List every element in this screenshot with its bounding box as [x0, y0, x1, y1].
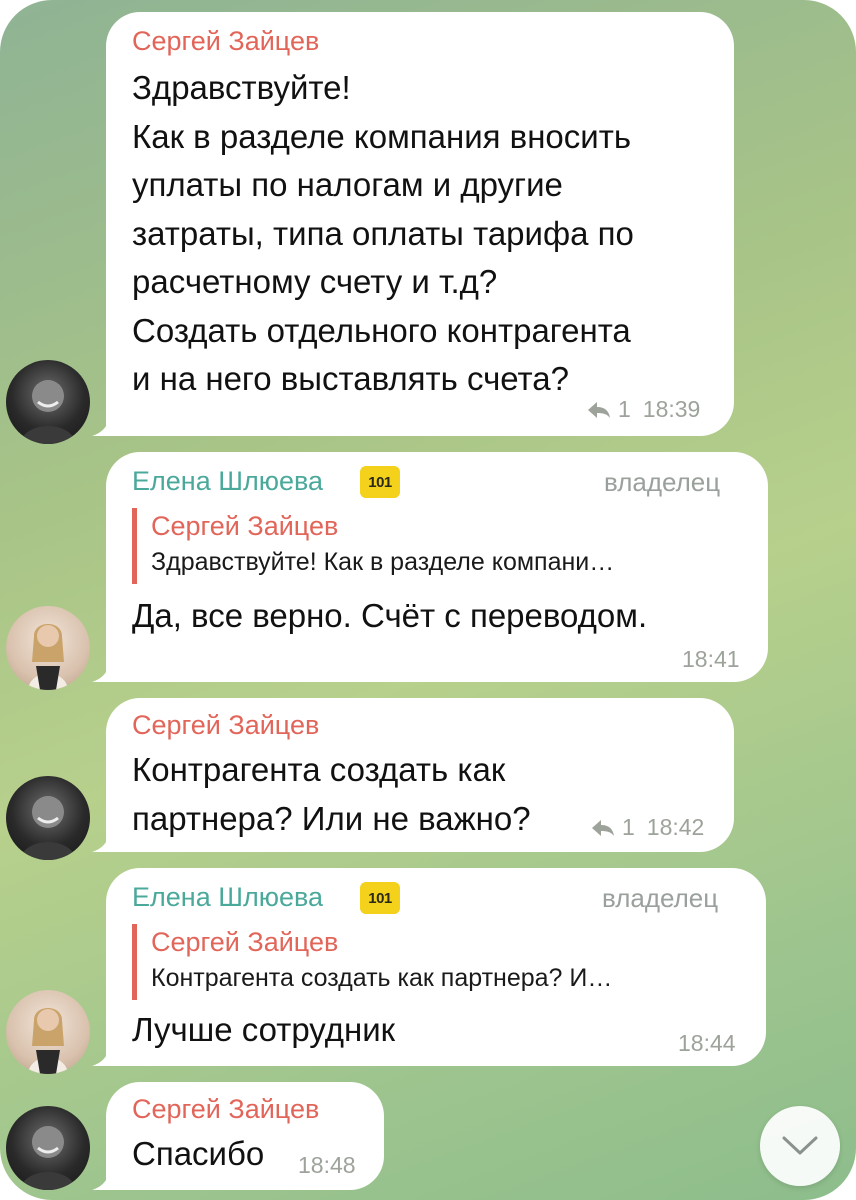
message-meta: 18:48 — [298, 1152, 356, 1179]
rank-badge: 101 — [360, 882, 400, 914]
message-time: 18:39 — [642, 396, 701, 422]
message-line: Здравствуйте! — [132, 69, 351, 106]
bubble-tail — [92, 410, 120, 436]
bubble-tail — [92, 1040, 120, 1066]
message-meta: 18:44 — [678, 1030, 736, 1057]
scroll-down-button[interactable] — [760, 1106, 840, 1186]
message-time: 18:48 — [298, 1152, 356, 1178]
message-line: Создать отдельного контрагента — [132, 311, 631, 349]
quote-text: Здравствуйте! Как в разделе компани… — [151, 548, 615, 576]
reply-quote[interactable]: Сергей Зайцев Здравствуйте! Как в раздел… — [132, 508, 742, 584]
sender-name[interactable]: Елена Шлюева — [132, 882, 323, 913]
avatar[interactable] — [6, 990, 90, 1074]
sender-name[interactable]: Сергей Зайцев — [132, 710, 319, 741]
message-bubble[interactable]: Елена Шлюева 101 владелец Сергей Зайцев … — [106, 868, 766, 1066]
message-meta: 1 18:39 — [586, 396, 700, 423]
message-meta: 18:41 — [682, 646, 740, 673]
message-text: Спасибо — [132, 1135, 265, 1172]
chat-background: Сергей Зайцев Здравствуйте! Как в раздел… — [0, 0, 856, 1200]
message-bubble[interactable]: Елена Шлюева 101 владелец Сергей Зайцев … — [106, 452, 768, 682]
message-line: Как в разделе компания вносить — [132, 117, 632, 155]
message-bubble[interactable]: Сергей Зайцев Спасибо 18:48 — [106, 1082, 384, 1190]
avatar[interactable] — [6, 1106, 90, 1190]
bubble-tail — [92, 1164, 120, 1190]
message-text: Лучше сотрудник — [132, 1011, 396, 1048]
quote-sender: Сергей Зайцев — [151, 927, 339, 957]
chevron-down-icon — [782, 1136, 818, 1155]
reply-count[interactable]: 1 — [618, 396, 631, 423]
message-bubble[interactable]: Сергей Зайцев Здравствуйте! Как в раздел… — [106, 12, 734, 436]
avatar[interactable] — [6, 606, 90, 690]
quote-sender: Сергей Зайцев — [151, 511, 339, 541]
message-text: Здравствуйте! Как в разделе компания вно… — [132, 64, 634, 404]
message-line: расчетному счету и т.д? — [132, 263, 498, 300]
message-line: затраты, типа оплаты тарифа по — [132, 214, 634, 252]
reply-count[interactable]: 1 — [622, 814, 635, 841]
rank-badge: 101 — [360, 466, 400, 498]
bubble-tail — [92, 826, 120, 852]
role-label: владелец — [602, 883, 719, 913]
avatar[interactable] — [6, 360, 90, 444]
message-line: Контрагента создать как — [132, 751, 506, 788]
bubble-tail — [92, 656, 120, 682]
message-line: уплаты по налогам и другие — [132, 166, 563, 203]
message-time: 18:41 — [682, 646, 740, 672]
message-time: 18:44 — [678, 1030, 736, 1056]
sender-name[interactable]: Сергей Зайцев — [132, 1094, 319, 1125]
message-time: 18:42 — [646, 814, 705, 840]
quote-text: Контрагента создать как партнера? И… — [151, 964, 613, 992]
message-meta: 1 18:42 — [590, 814, 704, 841]
message-line: и на него выставлять счета? — [132, 360, 570, 397]
role-label: владелец — [604, 467, 721, 497]
message-text: Да, все верно. Счёт с переводом. — [132, 597, 648, 634]
reply-quote[interactable]: Сергей Зайцев Контрагента создать как па… — [132, 924, 742, 1000]
avatar[interactable] — [6, 776, 90, 860]
message-line: партнера? Или не важно? — [132, 799, 531, 837]
message-bubble[interactable]: Сергей Зайцев Контрагента создать как па… — [106, 698, 734, 852]
sender-name[interactable]: Елена Шлюева — [132, 466, 323, 497]
reply-arrow-icon[interactable] — [586, 400, 612, 420]
message-text: Контрагента создать как партнера? Или не… — [132, 746, 531, 843]
sender-name[interactable]: Сергей Зайцев — [132, 26, 319, 57]
reply-arrow-icon[interactable] — [590, 818, 616, 838]
